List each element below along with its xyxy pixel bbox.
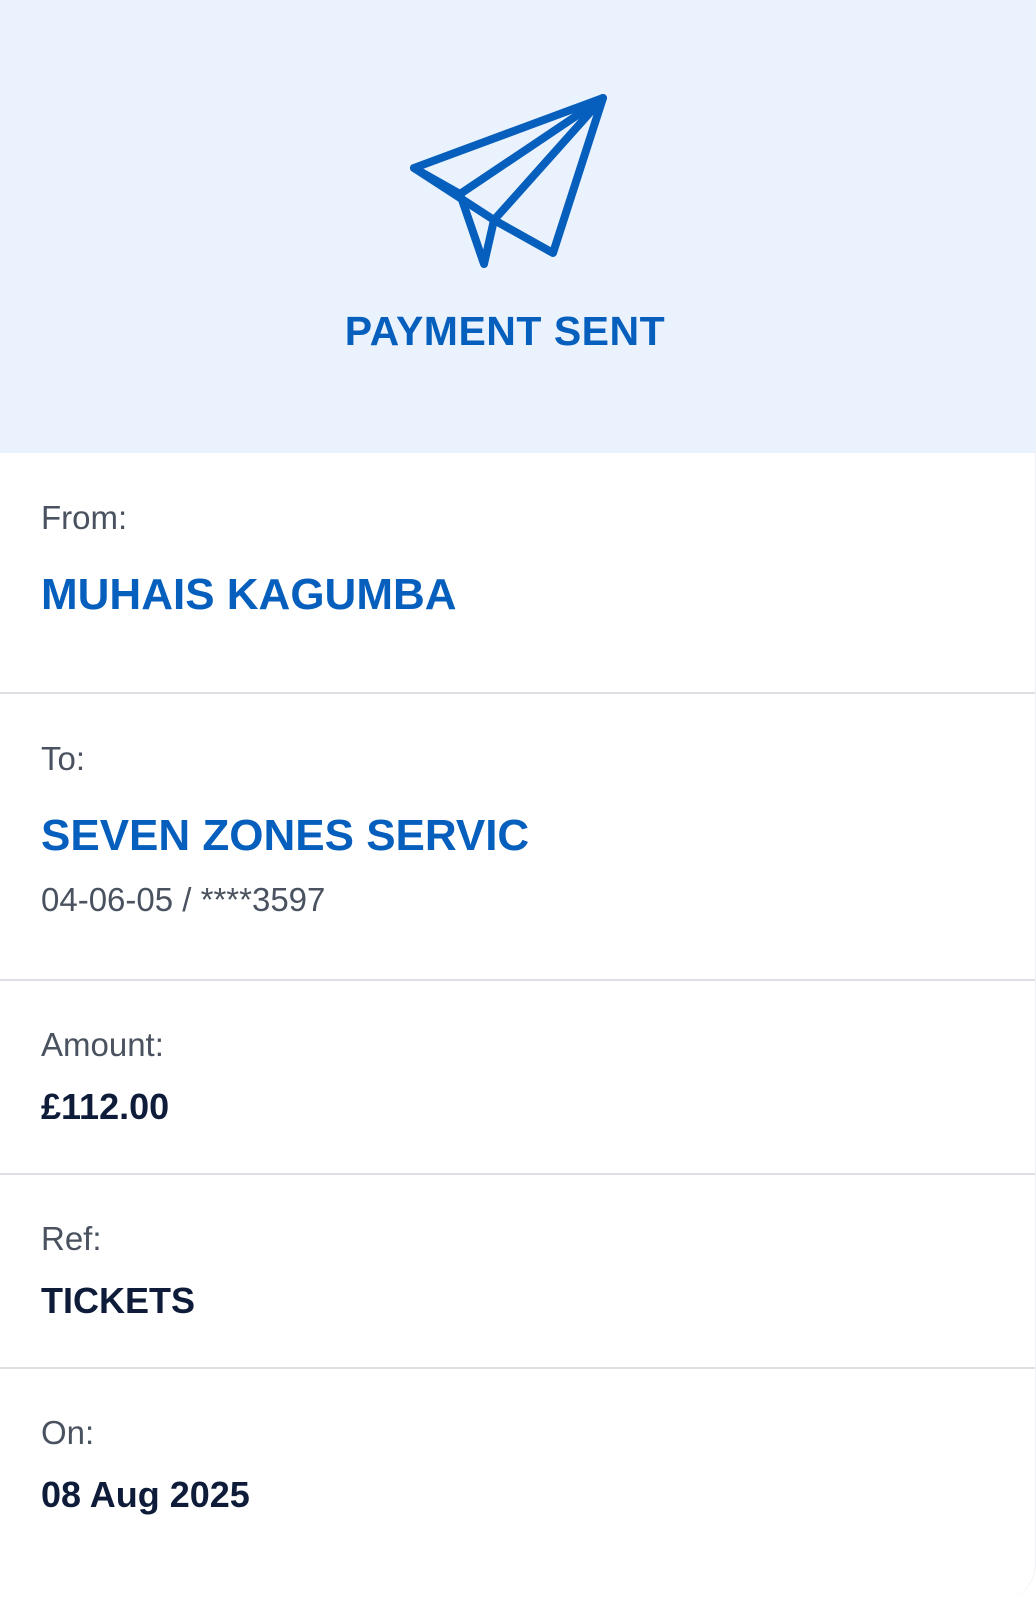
to-section: To: SEVEN ZONES SERVIC 04-06-05 / ****35… [0, 694, 1035, 981]
date-value: 08 Aug 2025 [41, 1474, 250, 1515]
page-title: PAYMENT SENT [344, 308, 666, 354]
paper-plane-icon [410, 94, 607, 268]
to-label: To: [41, 740, 86, 777]
sender-name: MUHAIS KAGUMBA [41, 570, 457, 619]
date-section: On: 08 Aug 2025 [0, 1369, 1035, 1600]
recipient-account: 04-06-05 / ****3597 [41, 881, 326, 918]
reference-label: Ref: [41, 1220, 102, 1257]
amount-section: Amount: £112.00 [0, 981, 1035, 1175]
amount-value: £112.00 [41, 1086, 170, 1127]
payment-confirmation: PAYMENT SENT From: MUHAIS KAGUMBA To: SE… [0, 0, 1036, 1600]
reference-section: Ref: TICKETS [0, 1175, 1035, 1369]
amount-label: Amount: [41, 1026, 164, 1063]
from-label: From: [41, 499, 128, 536]
from-section: From: MUHAIS KAGUMBA [0, 453, 1035, 694]
reference-value: TICKETS [41, 1280, 196, 1321]
date-label: On: [41, 1414, 95, 1451]
recipient-name: SEVEN ZONES SERVIC [41, 811, 530, 860]
payment-sent-header: PAYMENT SENT [0, 0, 1035, 453]
